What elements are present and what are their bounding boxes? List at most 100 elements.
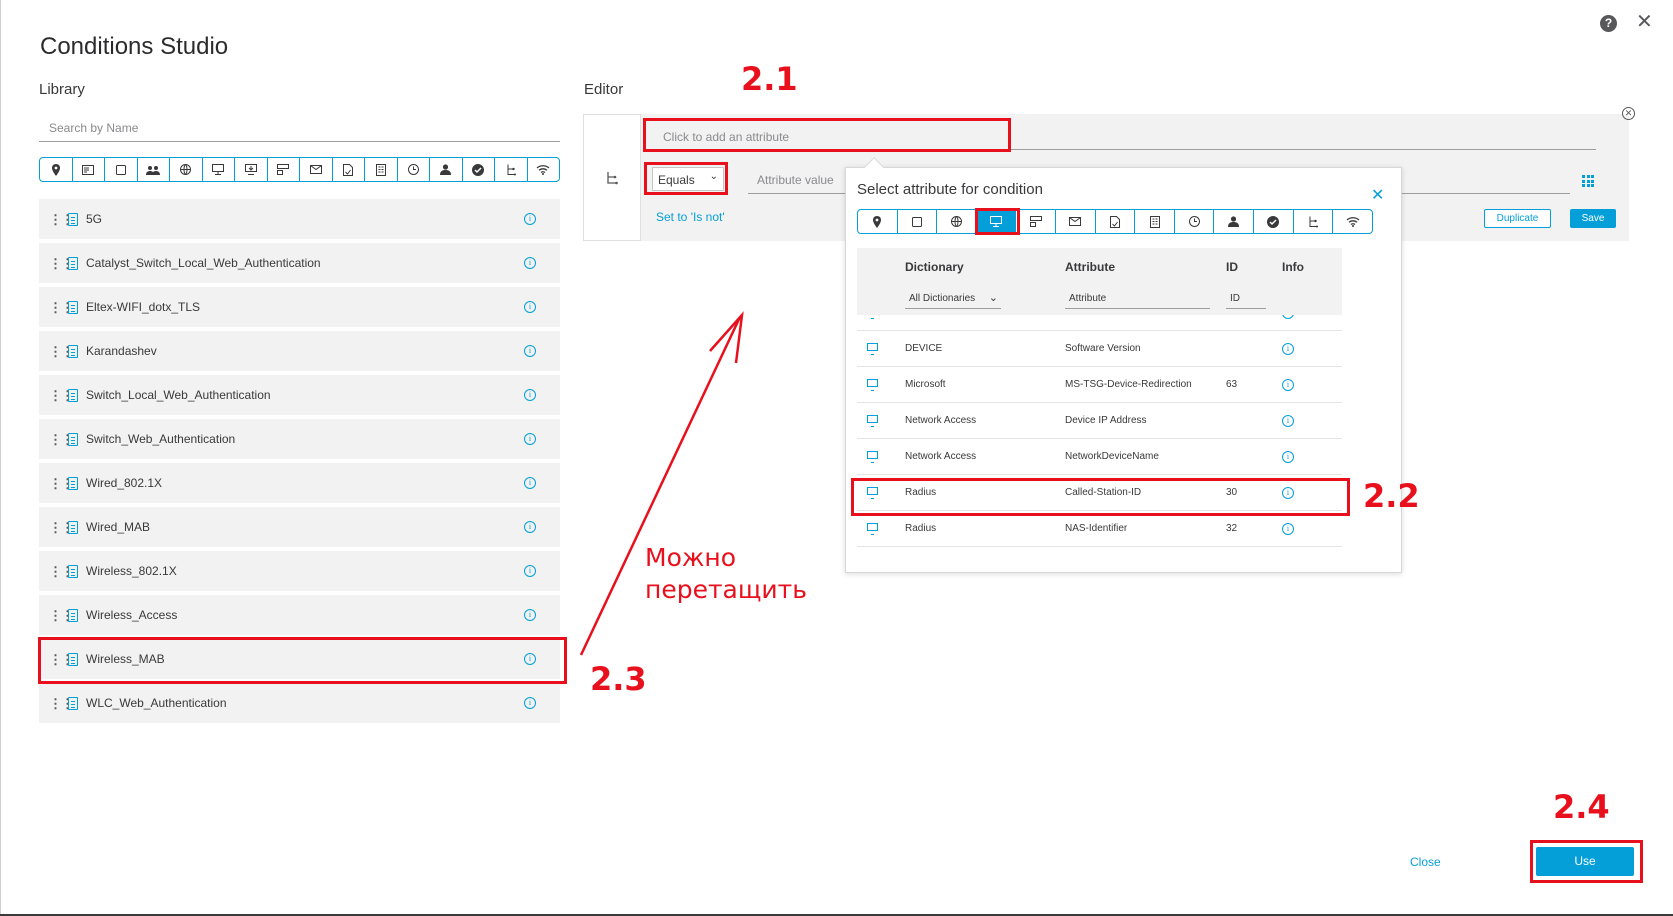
- drag-handle-icon[interactable]: ⋮⋮: [49, 565, 74, 578]
- table-row[interactable]: Radius NAS-Identifier 32 i: [857, 511, 1342, 547]
- wifi-icon[interactable]: [1333, 210, 1372, 233]
- info-icon[interactable]: i: [524, 301, 536, 313]
- document-icon: [68, 300, 78, 314]
- clock-icon[interactable]: [1175, 210, 1215, 233]
- wifi-icon[interactable]: [528, 158, 560, 181]
- info-icon[interactable]: i: [1282, 378, 1294, 391]
- check-circle-icon[interactable]: [1254, 210, 1294, 233]
- square-icon[interactable]: [898, 210, 938, 233]
- table-row[interactable]: Microsoft MS-TSG-Device-Redirection 63 i: [857, 367, 1342, 403]
- building-icon[interactable]: [1135, 210, 1175, 233]
- library-item[interactable]: ⋮⋮ Karandashev i: [39, 331, 560, 371]
- library-item[interactable]: ⋮⋮ Switch_Web_Authentication i: [39, 419, 560, 459]
- mail-icon[interactable]: [300, 158, 333, 181]
- table-row[interactable]: DEVICENetwork Device Profile i: [857, 315, 1342, 331]
- info-icon[interactable]: i: [1282, 522, 1294, 535]
- save-button[interactable]: Save: [1570, 209, 1616, 228]
- close-button[interactable]: Close: [1410, 855, 1441, 869]
- info-icon[interactable]: i: [1282, 414, 1294, 427]
- tree-icon[interactable]: [495, 158, 528, 181]
- group-icon[interactable]: [138, 158, 170, 181]
- user-icon[interactable]: [1214, 210, 1255, 233]
- tree-icon[interactable]: [1294, 210, 1334, 233]
- table-row[interactable]: Network Access NetworkDeviceName i: [857, 439, 1342, 475]
- drag-handle-icon[interactable]: ⋮⋮: [49, 697, 74, 710]
- info-icon[interactable]: i: [524, 345, 536, 357]
- library-item[interactable]: ⋮⋮ WLC_Web_Authentication i: [39, 683, 560, 723]
- square-icon[interactable]: [105, 158, 138, 181]
- attribute-filter-input[interactable]: Attribute: [1065, 293, 1210, 309]
- column-id[interactable]: ID: [1226, 260, 1282, 274]
- clock-icon[interactable]: [398, 158, 430, 181]
- certificate-icon[interactable]: [1096, 210, 1136, 233]
- drag-handle-icon[interactable]: ⋮⋮: [49, 257, 74, 270]
- building-icon[interactable]: [365, 158, 398, 181]
- user-icon[interactable]: [430, 158, 463, 181]
- table-row[interactable]: DEVICE Software Version i: [857, 331, 1342, 367]
- remove-condition-icon[interactable]: ✕: [1622, 107, 1635, 120]
- table-row[interactable]: Network Access Device IP Address i: [857, 403, 1342, 439]
- network-device-icon: [867, 415, 878, 427]
- drag-handle-icon[interactable]: ⋮⋮: [49, 433, 74, 446]
- page-title: Conditions Studio: [40, 33, 229, 60]
- info-icon[interactable]: i: [524, 697, 536, 709]
- drag-handle-icon[interactable]: ⋮⋮: [49, 477, 74, 490]
- flow-icon[interactable]: [268, 158, 300, 181]
- monitor-icon[interactable]: [235, 158, 268, 181]
- drag-handle-icon[interactable]: ⋮⋮: [49, 345, 74, 358]
- library-item[interactable]: ⋮⋮ Eltex-WIFI_dotx_TLS i: [39, 287, 560, 327]
- location-icon[interactable]: [40, 158, 73, 181]
- info-icon[interactable]: i: [1282, 342, 1294, 355]
- duplicate-button[interactable]: Duplicate: [1484, 209, 1551, 228]
- globe-icon[interactable]: [170, 158, 203, 181]
- info-icon[interactable]: i: [524, 213, 536, 225]
- check-circle-icon[interactable]: [463, 158, 495, 181]
- column-dictionary[interactable]: Dictionary: [905, 260, 1065, 274]
- drag-handle-icon[interactable]: ⋮⋮: [49, 521, 74, 534]
- library-item-label: Eltex-WIFI_dotx_TLS: [86, 300, 201, 314]
- document-icon: [68, 344, 78, 358]
- info-icon[interactable]: i: [1282, 450, 1294, 463]
- drag-handle-icon[interactable]: ⋮⋮: [49, 609, 74, 622]
- drag-handle-icon[interactable]: ⋮⋮: [49, 213, 74, 226]
- info-icon[interactable]: i: [524, 565, 536, 577]
- id-filter-input[interactable]: ID: [1226, 293, 1266, 309]
- location-icon[interactable]: [858, 210, 898, 233]
- info-icon[interactable]: i: [524, 609, 536, 621]
- drag-handle-icon[interactable]: ⋮⋮: [49, 301, 74, 314]
- globe-icon[interactable]: [937, 210, 977, 233]
- library-item[interactable]: ⋮⋮ Switch_Local_Web_Authentication i: [39, 375, 560, 415]
- annotation-step-2-3: 2.3: [590, 660, 647, 698]
- condition-tree-icon[interactable]: [583, 114, 641, 241]
- info-icon[interactable]: i: [524, 521, 536, 533]
- info-icon[interactable]: i: [524, 433, 536, 445]
- info-icon[interactable]: i: [524, 477, 536, 489]
- set-is-not-link[interactable]: Set to 'Is not': [656, 210, 725, 224]
- info-icon[interactable]: i: [1282, 315, 1294, 319]
- popover-category-filter[interactable]: [857, 209, 1373, 234]
- dictionary-filter-select[interactable]: All Dictionaries ⌄: [905, 292, 1001, 309]
- library-search-input[interactable]: [39, 114, 560, 142]
- flow-icon[interactable]: [1016, 210, 1057, 233]
- help-icon[interactable]: ?: [1600, 15, 1617, 32]
- library-category-filter[interactable]: [39, 157, 560, 182]
- popover-close-icon[interactable]: ✕: [1371, 188, 1384, 204]
- mail-icon[interactable]: [1056, 210, 1096, 233]
- drag-handle-icon[interactable]: ⋮⋮: [49, 389, 74, 402]
- library-item[interactable]: ⋮⋮ 5G i: [39, 199, 560, 239]
- library-item[interactable]: ⋮⋮ Wireless_Access i: [39, 595, 560, 635]
- network-device-icon[interactable]: [203, 158, 235, 181]
- certificate-icon[interactable]: [333, 158, 365, 181]
- info-icon[interactable]: i: [524, 257, 536, 269]
- info-icon[interactable]: i: [524, 389, 536, 401]
- library-item-label: Wireless_802.1X: [86, 564, 177, 578]
- library-item-label: Switch_Local_Web_Authentication: [86, 388, 271, 402]
- close-window-icon[interactable]: ✕: [1636, 12, 1653, 32]
- library-item[interactable]: ⋮⋮ Wired_802.1X i: [39, 463, 560, 503]
- column-attribute[interactable]: Attribute: [1065, 260, 1226, 274]
- grid-icon[interactable]: [1582, 175, 1594, 187]
- library-item[interactable]: ⋮⋮ Wireless_802.1X i: [39, 551, 560, 591]
- library-item[interactable]: ⋮⋮ Wired_MAB i: [39, 507, 560, 547]
- id-card-icon[interactable]: [73, 158, 105, 181]
- library-item[interactable]: ⋮⋮ Catalyst_Switch_Local_Web_Authenticati…: [39, 243, 560, 283]
